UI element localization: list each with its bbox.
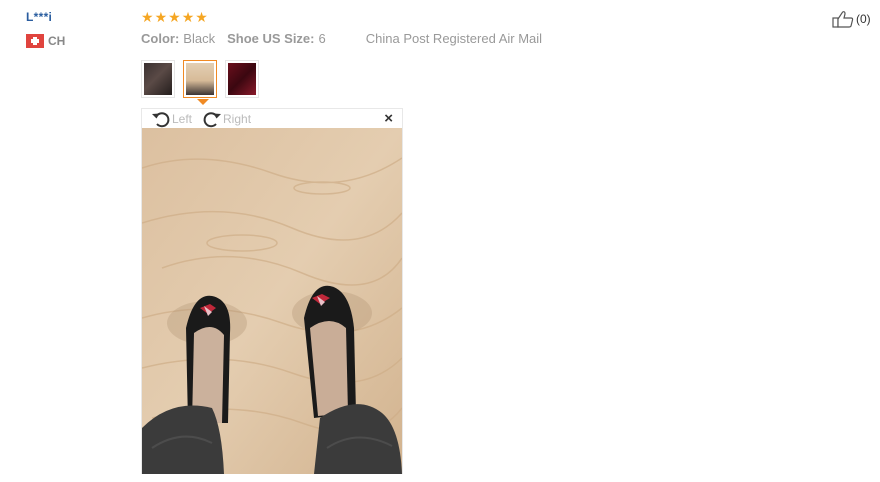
star-icon: ★: [181, 9, 195, 25]
photo-thumbnails: [141, 60, 259, 98]
photo-viewer: Left Right ×: [141, 108, 403, 474]
rotate-left-button[interactable]: Left: [151, 110, 192, 128]
close-icon[interactable]: ×: [384, 110, 393, 127]
star-icon: ★: [154, 9, 168, 25]
country-code: CH: [48, 34, 66, 48]
reviewer-name[interactable]: L***i: [26, 10, 52, 24]
color-label: Color:: [141, 31, 180, 46]
reviewer-country: CH: [26, 34, 65, 48]
size-label: Shoe US Size:: [227, 31, 315, 46]
rating-stars: ★ ★ ★ ★ ★: [141, 9, 208, 25]
swiss-flag-icon: [26, 34, 44, 48]
order-info: Color: Black Shoe US Size: 6 China Post …: [141, 31, 542, 46]
size-value: 6: [318, 31, 326, 46]
star-icon: ★: [168, 9, 181, 25]
rotate-right-button[interactable]: Right: [202, 110, 251, 128]
star-icon: ★: [195, 9, 208, 25]
rotate-left-icon: [152, 111, 170, 127]
like-button[interactable]: (0): [832, 10, 871, 28]
star-icon: ★: [141, 9, 154, 25]
color-value: Black: [183, 31, 216, 46]
thumbnail-photo-3[interactable]: [225, 60, 259, 98]
like-count: (0): [856, 12, 871, 26]
rotate-right-icon: [203, 111, 222, 127]
thumbnail-photo-2[interactable]: [183, 60, 217, 98]
rotate-left-label: Left: [172, 111, 193, 126]
active-thumbnail-pointer: [197, 99, 209, 105]
shipping-method: China Post Registered Air Mail: [365, 31, 543, 46]
viewer-toolbar: Left Right ×: [142, 109, 402, 128]
thumbnail-photo-1[interactable]: [141, 60, 175, 98]
rotate-right-label: Right: [223, 111, 252, 126]
thumbs-up-icon: [832, 11, 854, 28]
review-photo: [142, 128, 402, 474]
